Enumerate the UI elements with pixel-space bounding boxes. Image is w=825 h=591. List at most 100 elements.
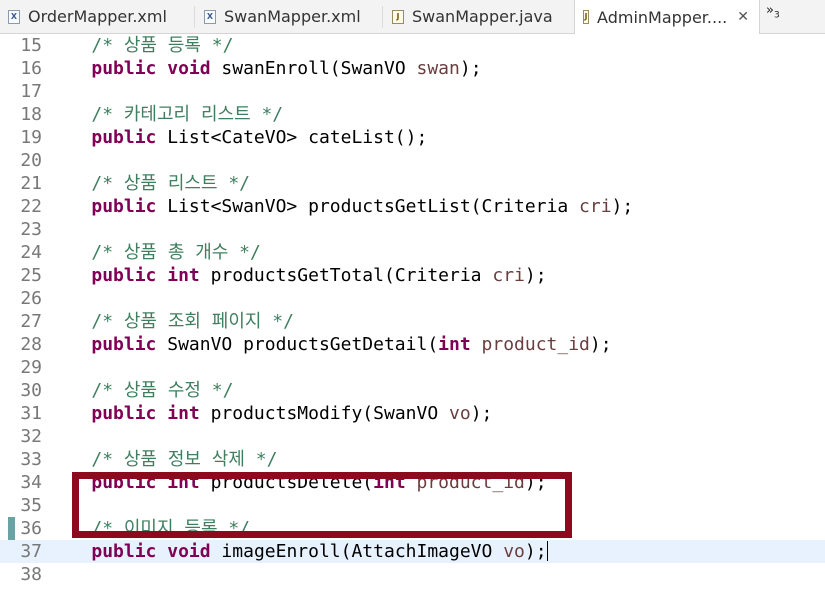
code-line[interactable]: 15 /* 상품 등록 */ (0, 34, 825, 57)
code-token: productsModify(SwanVO (199, 403, 449, 424)
line-number: 32 (20, 426, 42, 447)
code-line[interactable]: 27 /* 상품 조회 페이지 */ (0, 310, 825, 333)
keyword: public (91, 265, 157, 286)
java-file-icon: J (583, 10, 590, 24)
code-line[interactable]: 16 public void swanEnroll(SwanVO swan); (0, 57, 825, 80)
keyword: public (91, 196, 157, 217)
comment: /* 상품 조회 페이지 */ (91, 311, 294, 332)
line-number: 25 (20, 265, 42, 286)
line-number: 38 (20, 564, 42, 585)
xml-file-icon: X (8, 9, 20, 24)
text-caret (546, 541, 548, 561)
code-token: imageEnroll(AttachImageVO (210, 541, 504, 562)
chevron-double-right-icon: » (766, 3, 774, 18)
code-line[interactable]: 35 (0, 494, 825, 517)
code-token: ); (524, 472, 547, 493)
line-number: 24 (20, 242, 42, 263)
line-number: 28 (20, 334, 42, 355)
line-number: 35 (20, 495, 42, 516)
code-line[interactable]: 21 /* 상품 리스트 */ (0, 172, 825, 195)
code-line[interactable]: 37 public void imageEnroll(AttachImageVO… (0, 540, 825, 563)
tab-swan-mapper-java[interactable]: J SwanMapper.java (392, 0, 553, 33)
code-line[interactable]: 34 public int productsDelete(int product… (0, 471, 825, 494)
code-token: ); (611, 196, 634, 217)
tab-divider (194, 6, 195, 28)
keyword: public (91, 541, 157, 562)
keyword: int (167, 265, 200, 286)
line-number: 16 (20, 58, 42, 79)
keyword: public (91, 58, 157, 79)
code-line[interactable]: 22 public List<SwanVO> productsGetList(C… (0, 195, 825, 218)
code-line[interactable]: 28 public SwanVO productsGetDetail(int p… (0, 333, 825, 356)
tab-admin-mapper-java[interactable]: J AdminMapper.... ✕ (574, 0, 760, 34)
keyword: int (373, 472, 406, 493)
code-text: /* 카테고리 리스트 */ (48, 103, 283, 126)
code-token: ); (524, 541, 547, 562)
parameter: cri (492, 265, 525, 286)
code-line[interactable]: 38 (0, 563, 825, 586)
code-text: public List<SwanVO> productsGetList(Crit… (48, 195, 633, 218)
keyword: public (91, 334, 157, 355)
keyword: public (91, 403, 157, 424)
line-number: 21 (20, 173, 42, 194)
tab-label: OrderMapper.xml (28, 7, 167, 26)
code-token: ); (524, 265, 547, 286)
code-token: productsDelete( (199, 472, 374, 493)
comment: /* 상품 정보 삭제 */ (91, 449, 278, 470)
code-line[interactable]: 25 public int productsGetTotal(Criteria … (0, 264, 825, 287)
code-text: /* 상품 조회 페이지 */ (48, 310, 294, 333)
code-line[interactable]: 19 public List<CateVO> cateList(); (0, 126, 825, 149)
code-text: public int productsDelete(int product_id… (48, 471, 547, 494)
code-line[interactable]: 29 (0, 356, 825, 379)
java-file-icon: J (392, 9, 404, 24)
line-number: 33 (20, 449, 42, 470)
line-number: 37 (20, 541, 42, 562)
code-line[interactable]: 18 /* 카테고리 리스트 */ (0, 103, 825, 126)
line-number: 19 (20, 127, 42, 148)
code-line[interactable]: 26 (0, 287, 825, 310)
code-line[interactable]: 20 (0, 149, 825, 172)
keyword: void (167, 58, 211, 79)
code-line[interactable]: 23 (0, 218, 825, 241)
tab-overflow-button[interactable]: »3 (766, 3, 780, 21)
code-line[interactable]: 31 public int productsModify(SwanVO vo); (0, 402, 825, 425)
code-line[interactable]: 24 /* 상품 총 개수 */ (0, 241, 825, 264)
code-token: SwanVO productsGetDetail( (156, 334, 439, 355)
line-number: 30 (20, 380, 42, 401)
tab-label: SwanMapper.java (412, 7, 553, 26)
code-line[interactable]: 17 (0, 80, 825, 103)
code-token: ); (589, 334, 612, 355)
code-line[interactable]: 33 /* 상품 정보 삭제 */ (0, 448, 825, 471)
code-text: public int productsModify(SwanVO vo); (48, 402, 492, 425)
comment: /* 상품 리스트 */ (91, 173, 251, 194)
code-line[interactable]: 30 /* 상품 수정 */ (0, 379, 825, 402)
code-line[interactable]: 32 (0, 425, 825, 448)
line-number: 20 (20, 150, 42, 171)
line-number: 34 (20, 472, 42, 493)
code-editor[interactable]: 15 /* 상품 등록 */16 public void swanEnroll(… (0, 34, 825, 591)
code-text: public void swanEnroll(SwanVO swan); (48, 57, 481, 80)
line-number: 31 (20, 403, 42, 424)
close-icon[interactable]: ✕ (737, 9, 749, 25)
tab-swan-mapper-xml[interactable]: X SwanMapper.xml (204, 0, 361, 33)
code-line[interactable]: 36 /* 이미지 등록 */ (0, 517, 825, 540)
line-number: 23 (20, 219, 42, 240)
parameter: vo (503, 541, 525, 562)
parameter: swan (416, 58, 460, 79)
tab-order-mapper-xml[interactable]: X OrderMapper.xml (8, 0, 167, 33)
keyword: void (167, 541, 211, 562)
code-text: /* 이미지 등록 */ (48, 517, 250, 540)
